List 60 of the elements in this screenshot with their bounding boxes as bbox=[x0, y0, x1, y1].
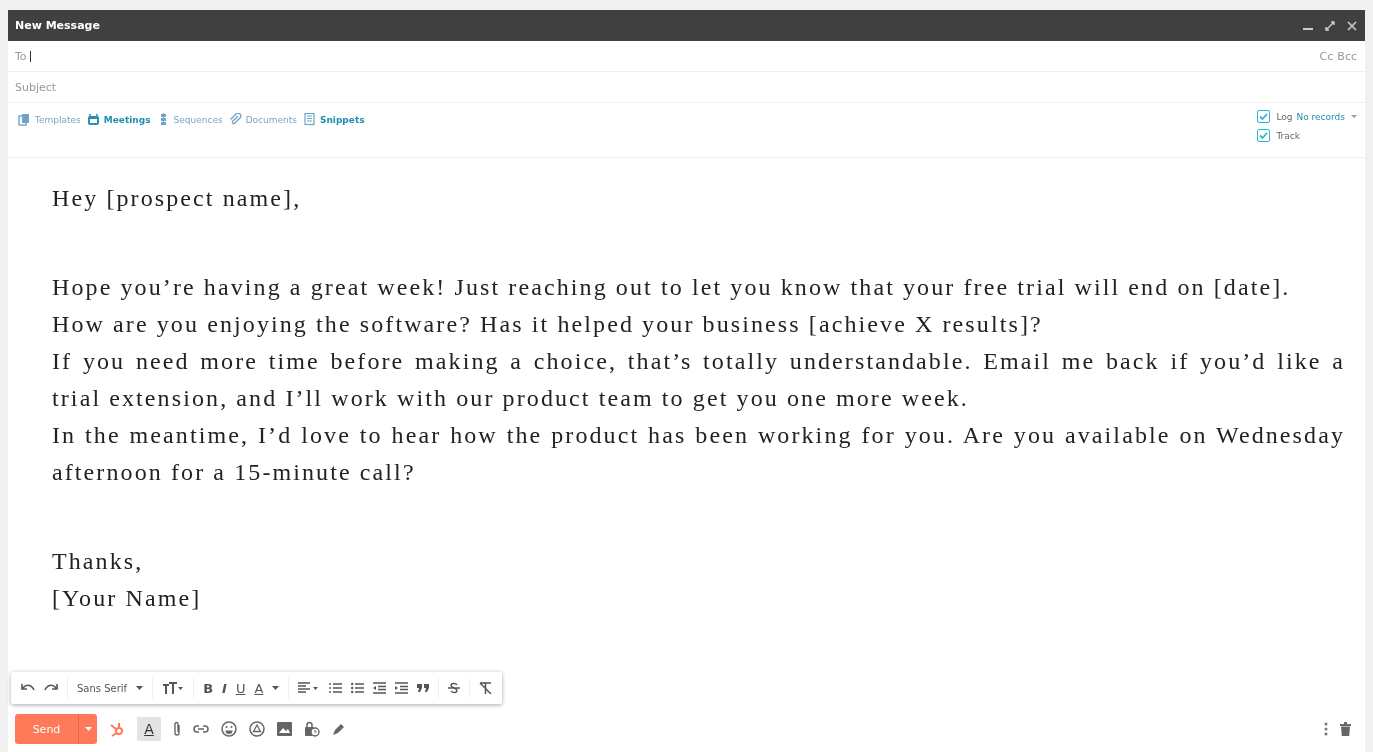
text-color-button[interactable]: A bbox=[254, 680, 264, 696]
send-options-button[interactable] bbox=[78, 714, 97, 744]
checkbox[interactable] bbox=[1257, 110, 1271, 123]
dropdown-arrow-icon[interactable] bbox=[272, 686, 280, 690]
link-icon[interactable] bbox=[193, 725, 209, 733]
body-text: In the meantime, I’d love to hear how the product has been working for you. Are you available on Wednesday afternoon for a 15-minute call? bbox=[52, 421, 1345, 487]
option-label: Log bbox=[1276, 111, 1293, 122]
drive-icon[interactable] bbox=[249, 721, 265, 737]
underline-button[interactable]: U bbox=[235, 680, 246, 696]
pen-icon[interactable] bbox=[332, 722, 346, 736]
caret-icon bbox=[84, 727, 92, 731]
numbered-list-icon[interactable] bbox=[329, 682, 343, 694]
align-icon[interactable] bbox=[298, 682, 321, 694]
trash-icon[interactable] bbox=[1340, 722, 1351, 736]
redo-icon[interactable] bbox=[44, 683, 58, 693]
body-text: [Your Name] bbox=[52, 584, 203, 613]
image-icon[interactable] bbox=[277, 722, 292, 736]
paperclip-icon[interactable] bbox=[173, 721, 181, 737]
expand-icon[interactable] bbox=[1325, 20, 1335, 31]
window-title: New Message bbox=[15, 19, 100, 32]
calendar-icon bbox=[86, 113, 100, 126]
bcc-link[interactable]: Bcc bbox=[1337, 49, 1357, 63]
option-label: Track bbox=[1276, 130, 1300, 141]
dropdown-arrow-icon[interactable] bbox=[136, 686, 144, 690]
more-options-icon[interactable] bbox=[1324, 722, 1328, 736]
templates-icon bbox=[18, 113, 31, 126]
strikethrough-icon[interactable] bbox=[448, 682, 461, 694]
indent-less-icon[interactable] bbox=[373, 682, 387, 694]
bulleted-list-icon[interactable] bbox=[351, 682, 365, 694]
body-text: If you need more time before making a choice, that’s totally understandable. Email me back if you’d like a trial extension, and I’ll work with our product team to get you one more week. bbox=[52, 347, 1345, 413]
undo-icon[interactable] bbox=[21, 683, 35, 693]
to-label: To bbox=[15, 49, 27, 63]
text-cursor bbox=[29, 50, 31, 62]
tool-link[interactable]: Snippets bbox=[302, 113, 365, 126]
italic-button[interactable]: I bbox=[222, 680, 227, 696]
emoji-icon[interactable] bbox=[221, 721, 237, 737]
tool-link[interactable]: Templates bbox=[18, 113, 81, 126]
body-text: Thanks, bbox=[52, 547, 145, 576]
body-text: Hey [prospect name], bbox=[52, 184, 303, 213]
tool-link[interactable]: Sequences bbox=[156, 113, 223, 126]
text-size-icon[interactable] bbox=[162, 682, 185, 694]
bold-button[interactable]: B bbox=[203, 680, 214, 696]
lock-clock-icon[interactable] bbox=[304, 721, 320, 737]
paperclip-icon bbox=[228, 113, 242, 126]
document-icon bbox=[302, 113, 316, 126]
font-dropdown[interactable]: Sans Serif bbox=[77, 682, 128, 694]
body-text: How are you enjoying the software? Has it helped your business [achieve X results]? bbox=[52, 310, 1044, 339]
tool-link[interactable]: Documents bbox=[228, 113, 297, 126]
close-icon[interactable] bbox=[1347, 20, 1357, 31]
quote-icon[interactable] bbox=[417, 684, 430, 692]
indent-more-icon[interactable] bbox=[395, 682, 409, 694]
cc-link[interactable]: Cc bbox=[1319, 49, 1334, 63]
send-button[interactable]: Send bbox=[15, 714, 78, 744]
tool-link[interactable]: Meetings bbox=[86, 113, 151, 126]
records-dropdown[interactable]: No records bbox=[1296, 111, 1345, 122]
clear-formatting-icon[interactable] bbox=[479, 682, 493, 694]
formatting-options-button[interactable]: A bbox=[137, 717, 161, 741]
checkbox[interactable] bbox=[1257, 129, 1271, 142]
sprocket-icon[interactable] bbox=[109, 721, 125, 737]
body-text: Hope you’re having a great week! Just reaching out to let you know that your free trial will end on [date]. bbox=[52, 273, 1292, 302]
